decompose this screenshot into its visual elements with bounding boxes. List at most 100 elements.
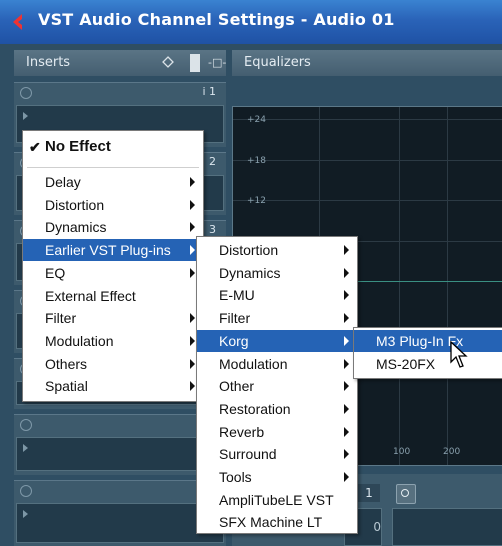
submenu-arrow-icon bbox=[190, 335, 195, 346]
menu-item-distortion[interactable]: Distortion bbox=[23, 194, 203, 216]
menu-item-modulation[interactable]: Modulation bbox=[197, 353, 357, 375]
menu-item-label: Delay bbox=[45, 174, 81, 190]
grid-line bbox=[447, 107, 448, 465]
menu-item-label: External Effect bbox=[45, 287, 136, 304]
insert-toggle[interactable] bbox=[190, 54, 200, 72]
grid-line bbox=[399, 107, 400, 465]
menu-item-m3-plug-in-fx[interactable]: M3 Plug-In Fx bbox=[354, 330, 502, 352]
menu-item-ms-20fx[interactable]: MS-20FX bbox=[354, 353, 502, 375]
submenu-arrow-icon bbox=[344, 426, 349, 437]
x-tick-label: 200 bbox=[443, 447, 461, 457]
menu-item-label: E-MU bbox=[219, 287, 255, 304]
menu-item-label: Dynamics bbox=[45, 219, 107, 236]
menu-item-tools[interactable]: Tools bbox=[197, 466, 357, 488]
submenu-arrow-icon bbox=[344, 358, 349, 369]
mouse-pointer-icon bbox=[450, 340, 468, 368]
power-icon[interactable] bbox=[20, 485, 32, 497]
menu-item-eq[interactable]: EQ bbox=[23, 262, 203, 284]
y-tick-label: +12 bbox=[247, 196, 266, 206]
menu-item-spatial[interactable]: Spatial bbox=[23, 375, 203, 397]
y-tick-label: +24 bbox=[247, 115, 266, 125]
menu-item-earlier-vst-plug-ins[interactable]: Earlier VST Plug-ins bbox=[23, 239, 203, 262]
submenu-arrow-icon bbox=[344, 472, 349, 482]
menu-item-label: Others bbox=[45, 355, 88, 372]
insert-slot[interactable] bbox=[14, 414, 226, 475]
menu-item-label: Modulation bbox=[219, 355, 288, 372]
window-title: VST Audio Channel Settings - Audio 01 bbox=[38, 10, 395, 29]
equalizers-header-label: Equalizers bbox=[244, 55, 311, 70]
earlier-vst-plugins-menu: Distortion Dynamics E-MU Filter Korg Modulati… bbox=[196, 236, 358, 534]
insert-slot-field[interactable] bbox=[16, 437, 224, 471]
menu-item-label: Restoration bbox=[219, 400, 291, 417]
menu-item-dynamics[interactable]: Dynamics bbox=[23, 216, 203, 238]
submenu-arrow-icon bbox=[190, 222, 195, 233]
inserts-header: Inserts -□- bbox=[14, 50, 226, 76]
insert-slot-number: 3 bbox=[209, 223, 216, 236]
submenu-arrow-icon bbox=[190, 267, 195, 278]
insert-slot-number: 2 bbox=[209, 155, 216, 168]
routing-icon[interactable]: -□- bbox=[208, 56, 226, 70]
power-icon[interactable] bbox=[20, 419, 32, 431]
menu-item-others[interactable]: Others bbox=[23, 353, 203, 375]
menu-item-label: Reverb bbox=[219, 423, 265, 440]
submenu-arrow-icon bbox=[344, 403, 349, 414]
submenu-arrow-icon bbox=[344, 245, 349, 255]
menu-item-label: Tools bbox=[219, 469, 252, 485]
submenu-arrow-icon bbox=[190, 381, 195, 392]
y-tick-label: +18 bbox=[247, 156, 266, 166]
menu-item-reverb[interactable]: Reverb bbox=[197, 421, 357, 443]
menu-item-label: Modulation bbox=[45, 332, 114, 349]
expand-arrow-icon bbox=[23, 112, 28, 120]
menu-item-no-effect[interactable]: ✔ No Effect bbox=[23, 135, 203, 159]
menu-item-label: SFX Machine LT bbox=[219, 514, 323, 531]
menu-item-label: Filter bbox=[45, 310, 77, 327]
vst-channel-settings-window: VST Audio Channel Settings - Audio 01 In… bbox=[0, 0, 502, 546]
eq-band-power-button[interactable] bbox=[396, 484, 416, 504]
menu-item-surround[interactable]: Surround bbox=[197, 443, 357, 465]
menu-item-external-effect[interactable]: External Effect bbox=[23, 285, 203, 307]
menu-item-delay[interactable]: Delay bbox=[23, 171, 203, 193]
menu-item-label: EQ bbox=[45, 264, 66, 281]
menu-item-other[interactable]: Other bbox=[197, 375, 357, 397]
menu-item-label: MS-20FX bbox=[376, 355, 436, 372]
insert-slot-field[interactable] bbox=[16, 503, 224, 543]
menu-item-label: Surround bbox=[219, 446, 277, 463]
menu-item-label: Filter bbox=[219, 310, 251, 327]
menu-item-dynamics[interactable]: Dynamics bbox=[197, 262, 357, 284]
menu-item-filter[interactable]: Filter bbox=[197, 307, 357, 329]
menu-separator bbox=[27, 167, 199, 168]
menu-item-label: Earlier VST Plug-ins bbox=[45, 242, 171, 259]
submenu-arrow-icon bbox=[190, 313, 195, 324]
menu-item-sfx-machine-lt[interactable]: SFX Machine LT bbox=[197, 511, 357, 533]
menu-item-distortion[interactable]: Distortion bbox=[197, 239, 357, 261]
insert-slot[interactable]: 1 bbox=[14, 480, 226, 546]
submenu-arrow-icon bbox=[344, 449, 349, 460]
menu-item-label: Spatial bbox=[45, 378, 88, 395]
title-bar[interactable]: VST Audio Channel Settings - Audio 01 bbox=[0, 0, 502, 44]
equalizers-header: Equalizers bbox=[232, 50, 502, 76]
menu-item-e-mu[interactable]: E-MU bbox=[197, 284, 357, 306]
expand-arrow-icon bbox=[23, 510, 28, 518]
bypass-diamond-icon[interactable] bbox=[162, 56, 174, 68]
menu-item-modulation[interactable]: Modulation bbox=[23, 330, 203, 352]
menu-item-label: AmpliTubeLE VST bbox=[219, 491, 334, 508]
menu-item-korg[interactable]: Korg bbox=[197, 329, 357, 352]
submenu-arrow-icon bbox=[190, 199, 195, 210]
checkmark-icon: ✔ bbox=[29, 139, 41, 155]
grid-line bbox=[233, 200, 502, 201]
insert-slot-number: i 1 bbox=[202, 85, 216, 98]
menu-item-label: Distortion bbox=[45, 196, 105, 213]
menu-item-label: Other bbox=[219, 378, 255, 395]
menu-item-label: Korg bbox=[219, 332, 249, 349]
menu-item-filter[interactable]: Filter bbox=[23, 307, 203, 329]
eq-band-number: 1 bbox=[358, 484, 380, 502]
eq-band-field[interactable] bbox=[392, 508, 502, 546]
submenu-arrow-icon bbox=[344, 313, 349, 324]
menu-item-restoration[interactable]: Restoration bbox=[197, 398, 357, 420]
submenu-arrow-icon bbox=[190, 245, 195, 256]
grid-line bbox=[233, 160, 502, 161]
power-icon[interactable] bbox=[20, 87, 32, 99]
menu-item-amplitubele-vst[interactable]: AmpliTubeLE VST bbox=[197, 489, 357, 511]
cubase-logo-icon bbox=[13, 14, 22, 30]
effect-category-menu: ✔ No Effect Delay Distortion Dynamics Earli… bbox=[22, 130, 204, 402]
